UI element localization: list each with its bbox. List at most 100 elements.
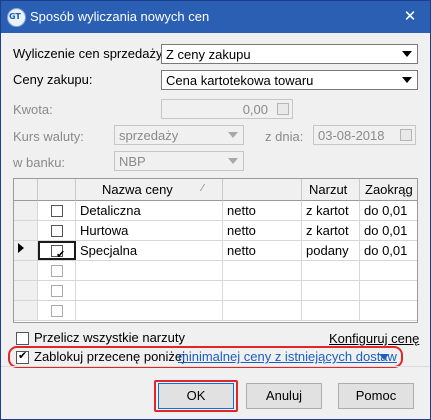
- row-narzut[interactable]: [302, 261, 360, 280]
- row-name-text: Hurtowa: [80, 223, 129, 238]
- button-separator: [1, 366, 430, 367]
- row-checkbox-cell[interactable]: [38, 221, 76, 240]
- row-checkbox-cell[interactable]: [38, 201, 76, 220]
- table-row-current[interactable]: ✔ Specjalna netto podany do 0,01: [14, 241, 417, 261]
- konfiguruj-link[interactable]: Konfiguruj cenę: [329, 331, 419, 346]
- anuluj-button[interactable]: Anuluj: [246, 383, 322, 409]
- row-type-text: netto: [227, 223, 256, 238]
- ceny-zakupu-value: Cena kartotekowa towaru: [166, 73, 314, 88]
- row-narzut[interactable]: z kartot: [302, 201, 360, 220]
- row-checkbox[interactable]: [51, 285, 63, 297]
- row-zaokr-text: do 0,01: [364, 223, 408, 238]
- wyliczenie-label: Wyliczenie cen sprzedaży:: [13, 46, 167, 61]
- row-name[interactable]: [76, 301, 223, 320]
- row-name[interactable]: [76, 261, 223, 280]
- wyliczenie-value: Z ceny zakupu: [166, 47, 251, 62]
- row-name[interactable]: Specjalna: [76, 241, 223, 260]
- wyliczenie-select[interactable]: Z ceny zakupu: [161, 44, 418, 64]
- window-title: Sposób wyliczania nowych cen: [30, 9, 210, 24]
- dropdown-arrow-icon[interactable]: [379, 354, 389, 360]
- table-row[interactable]: Detaliczna netto z kartot do 0,01: [14, 201, 417, 221]
- row-zaokr[interactable]: [360, 261, 417, 280]
- current-row-arrow-icon: [18, 243, 24, 253]
- header-narzut[interactable]: Narzut: [302, 179, 360, 201]
- row-checkbox[interactable]: [51, 205, 63, 217]
- kwota-field[interactable]: 0,00: [161, 99, 293, 119]
- row-zaokr[interactable]: do 0,01: [360, 241, 417, 260]
- row-checkbox[interactable]: [51, 225, 63, 237]
- price-grid[interactable]: Nazwa ceny ⁄ Narzut Zaokrąg Detaliczna n…: [13, 178, 418, 323]
- row-type[interactable]: netto: [223, 221, 302, 240]
- sort-icon: ⁄: [202, 183, 204, 194]
- table-row[interactable]: [14, 261, 417, 281]
- row-checkbox-cell[interactable]: [38, 261, 76, 280]
- ok-button[interactable]: OK: [158, 383, 234, 409]
- header-type[interactable]: [223, 179, 302, 201]
- zablokuj-checkbox[interactable]: ✔: [16, 349, 29, 364]
- chevron-down-icon: [228, 132, 238, 138]
- row-name[interactable]: [76, 281, 223, 300]
- row-indicator: [14, 201, 38, 220]
- row-zaokr[interactable]: do 0,01: [360, 201, 417, 220]
- row-type[interactable]: netto: [223, 241, 302, 260]
- ceny-zakupu-select[interactable]: Cena kartotekowa towaru: [161, 70, 418, 90]
- table-row[interactable]: [14, 301, 417, 321]
- ceny-zakupu-label: Ceny zakupu:: [13, 72, 93, 87]
- row-type-text: netto: [227, 243, 256, 258]
- title-bar[interactable]: GT Sposób wyliczania nowych cen ✕: [1, 1, 430, 33]
- row-zaokr[interactable]: [360, 281, 417, 300]
- header-narzut-text: Narzut: [309, 182, 348, 197]
- kwota-value: 0,00: [242, 102, 268, 117]
- row-narzut[interactable]: z kartot: [302, 221, 360, 240]
- bank-select[interactable]: NBP: [114, 151, 244, 171]
- close-icon[interactable]: ✕: [399, 6, 421, 26]
- row-narzut[interactable]: [302, 301, 360, 320]
- header-zaokr-text: Zaokrąg: [365, 182, 413, 197]
- app-icon-text: GT: [9, 12, 21, 21]
- row-name[interactable]: Detaliczna: [76, 201, 223, 220]
- pomoc-button[interactable]: Pomoc: [338, 383, 414, 409]
- checkmark-icon: ✔: [56, 249, 66, 260]
- row-name[interactable]: Hurtowa: [76, 221, 223, 240]
- chevron-down-icon: [228, 158, 238, 164]
- row-checkbox-cell[interactable]: [38, 281, 76, 300]
- row-narzut[interactable]: podany: [302, 241, 360, 260]
- chevron-down-icon: [402, 77, 412, 83]
- data-label: z dnia:: [265, 129, 304, 144]
- row-indicator: [14, 241, 38, 260]
- row-type[interactable]: [223, 261, 302, 280]
- row-indicator: [14, 261, 38, 280]
- table-row[interactable]: [14, 281, 417, 301]
- kurs-label: Kurs waluty:: [13, 129, 84, 144]
- header-indicator: [14, 179, 38, 201]
- table-row[interactable]: Hurtowa netto z kartot do 0,01: [14, 221, 417, 241]
- zablokuj-label: Zablokuj przecenę poniżej: [34, 349, 186, 364]
- row-narzut-text: z kartot: [306, 203, 349, 218]
- row-type[interactable]: netto: [223, 201, 302, 220]
- min-price-link[interactable]: minimalnej ceny z istniejących dostaw: [178, 349, 397, 364]
- row-name-text: Detaliczna: [80, 203, 141, 218]
- row-checkbox[interactable]: [51, 265, 63, 277]
- row-indicator: [14, 301, 38, 320]
- przelicz-checkbox[interactable]: [16, 332, 29, 345]
- row-checkbox-cell[interactable]: ✔: [38, 241, 76, 260]
- header-zaokr[interactable]: Zaokrąg: [360, 179, 417, 201]
- row-zaokr[interactable]: [360, 301, 417, 320]
- row-type-text: netto: [227, 203, 256, 218]
- calculator-icon[interactable]: [277, 103, 289, 115]
- row-narzut[interactable]: [302, 281, 360, 300]
- row-checkbox[interactable]: [51, 305, 63, 317]
- date-field[interactable]: 03-08-2018: [313, 125, 416, 145]
- row-narzut-text: z kartot: [306, 223, 349, 238]
- header-name[interactable]: Nazwa ceny ⁄: [76, 179, 223, 201]
- header-check: [38, 179, 76, 201]
- row-type[interactable]: [223, 281, 302, 300]
- kurs-value: sprzedaży: [119, 128, 179, 143]
- row-type[interactable]: [223, 301, 302, 320]
- kurs-select[interactable]: sprzedaży: [114, 125, 244, 145]
- row-checkbox-cell[interactable]: [38, 301, 76, 320]
- row-checkbox-checked[interactable]: ✔: [51, 245, 66, 260]
- row-zaokr[interactable]: do 0,01: [360, 221, 417, 240]
- row-zaokr-text: do 0,01: [364, 203, 408, 218]
- calendar-icon[interactable]: [400, 129, 412, 141]
